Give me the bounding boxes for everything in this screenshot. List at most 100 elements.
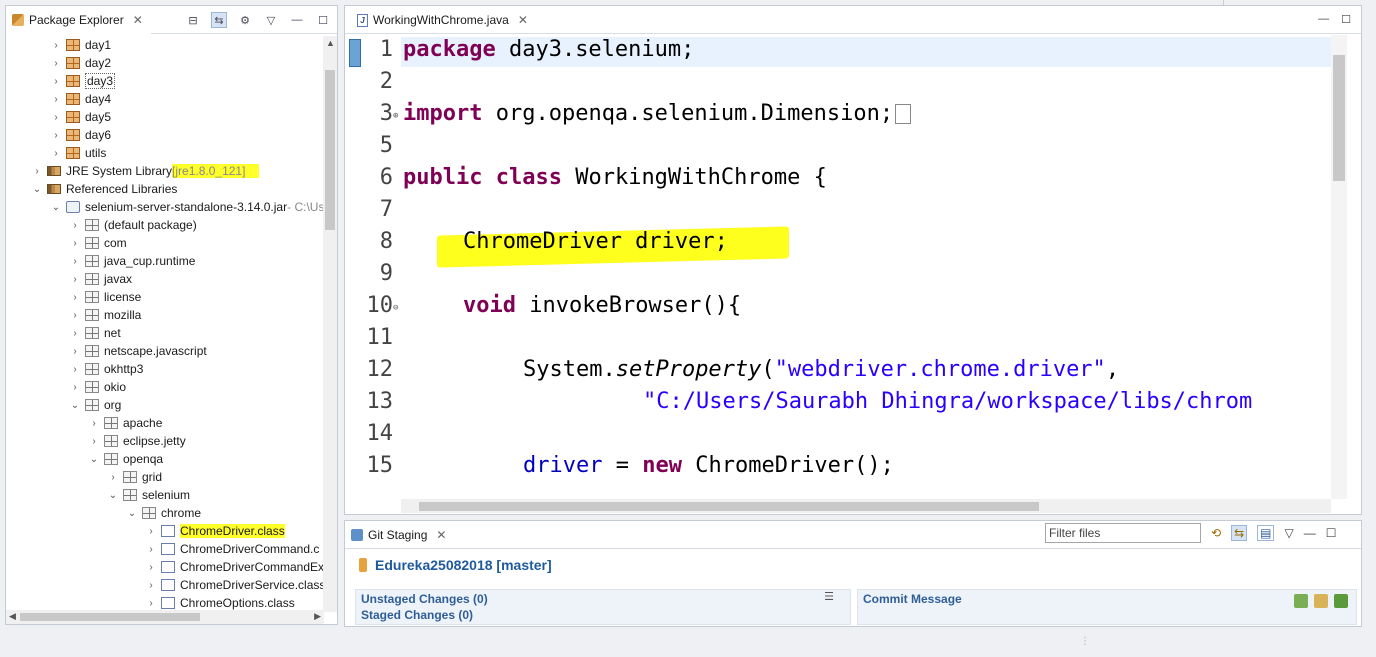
tree-item[interactable]: › day6 <box>50 126 111 144</box>
horizontal-scrollbar[interactable]: ◀ ▶ <box>6 610 324 624</box>
maximize-icon[interactable]: ☐ <box>315 12 331 28</box>
tab-package-explorer[interactable]: Package Explorer ✕ <box>6 6 151 34</box>
maximize-icon[interactable]: ☐ <box>1326 526 1337 540</box>
chevron-right-icon[interactable]: › <box>50 40 62 51</box>
vertical-scrollbar[interactable]: ▲ <box>323 36 337 612</box>
editor-vertical-scrollbar[interactable] <box>1331 35 1347 499</box>
close-icon[interactable]: ✕ <box>436 528 446 542</box>
chevron-right-icon[interactable]: › <box>145 598 157 609</box>
tree-item[interactable]: › netscape.javascript <box>69 342 206 360</box>
chevron-right-icon[interactable]: › <box>69 220 81 231</box>
tree-item[interactable]: › net <box>69 324 120 342</box>
chevron-right-icon[interactable]: › <box>69 238 81 249</box>
chevron-right-icon[interactable]: › <box>69 346 81 357</box>
chevron-right-icon[interactable]: › <box>50 94 62 105</box>
tree-item[interactable]: › ChromeDriverCommand.c <box>145 540 319 558</box>
chevron-right-icon[interactable]: › <box>145 544 157 555</box>
tree-item[interactable]: ⌄ selenium-server-standalone-3.14.0.jar -… <box>50 198 324 216</box>
link-with-editor-icon[interactable]: ⇆ <box>211 12 227 28</box>
tree-item[interactable]: ⌄ selenium <box>107 486 190 504</box>
tree-item[interactable]: › JRE System Library [jre1.8.0_121] <box>31 162 260 180</box>
minimize-icon[interactable]: — <box>1318 13 1329 26</box>
tree-item[interactable]: › javax <box>69 270 132 288</box>
tree-item[interactable]: › apache <box>88 414 162 432</box>
scroll-thumb[interactable] <box>1333 55 1345 181</box>
chevron-down-icon[interactable]: ⌄ <box>69 400 81 411</box>
expand-fold-icon[interactable]: ⊕ <box>393 111 398 121</box>
collapse-fold-icon[interactable]: ⊖ <box>393 303 398 313</box>
maximize-icon[interactable]: ☐ <box>1341 13 1351 26</box>
tree-item[interactable]: › com <box>69 234 126 252</box>
chevron-right-icon[interactable]: › <box>88 418 100 429</box>
chevron-right-icon[interactable]: › <box>69 274 81 285</box>
tab-working-with-chrome[interactable]: J WorkingWithChrome.java ✕ <box>351 6 534 34</box>
folded-imports-icon[interactable] <box>895 104 912 124</box>
chevron-down-icon[interactable]: ⌄ <box>126 508 138 519</box>
scroll-left-icon[interactable]: ◀ <box>9 611 16 622</box>
chevron-down-icon[interactable]: ⌄ <box>50 202 62 213</box>
tree-item[interactable]: › day5 <box>50 108 111 126</box>
chevron-right-icon[interactable]: › <box>69 364 81 375</box>
add-change-id-icon[interactable] <box>1334 594 1348 608</box>
view-menu-icon[interactable]: ▽ <box>1284 526 1293 540</box>
tree-item[interactable]: › day4 <box>50 90 111 108</box>
scroll-right-icon[interactable]: ▶ <box>314 611 321 622</box>
tree-item[interactable]: › day2 <box>50 54 111 72</box>
unstaged-changes-title[interactable]: Unstaged Changes (0) <box>361 592 488 606</box>
resize-grip[interactable]: ⋮ <box>1080 636 1090 647</box>
refresh-icon[interactable]: ⟲ <box>1211 526 1221 540</box>
chevron-right-icon[interactable]: › <box>69 382 81 393</box>
collapse-all-icon[interactable]: ⊟ <box>185 12 201 28</box>
amend-icon[interactable] <box>1294 594 1308 608</box>
editor-horizontal-scrollbar[interactable] <box>401 499 1331 513</box>
minimize-icon[interactable]: — <box>1304 526 1316 540</box>
chevron-right-icon[interactable]: › <box>145 580 157 591</box>
close-icon[interactable]: ✕ <box>518 13 528 27</box>
tree-item[interactable]: › grid <box>107 468 162 486</box>
chevron-right-icon[interactable]: › <box>50 58 62 69</box>
minimize-icon[interactable]: — <box>289 12 305 28</box>
chevron-right-icon[interactable]: › <box>69 256 81 267</box>
tree-item[interactable]: › ChromeDriverCommandEx <box>145 558 324 576</box>
layout-icon[interactable]: ▤ <box>1257 525 1275 541</box>
chevron-right-icon[interactable]: › <box>31 166 43 177</box>
close-icon[interactable]: ✕ <box>133 13 143 27</box>
tree-item[interactable]: › okhttp3 <box>69 360 143 378</box>
scroll-thumb[interactable] <box>325 70 335 230</box>
tree-item[interactable]: › day3 <box>50 72 116 90</box>
chevron-down-icon[interactable]: ⌄ <box>107 490 119 501</box>
tree-item[interactable]: › eclipse.jetty <box>88 432 185 450</box>
tree-item[interactable]: › ChromeDriverService.class <box>145 576 324 594</box>
chevron-right-icon[interactable]: › <box>88 436 100 447</box>
scroll-thumb[interactable] <box>20 613 200 621</box>
tree-item[interactable]: ⌄ Referenced Libraries <box>31 180 178 198</box>
chevron-right-icon[interactable]: › <box>107 472 119 483</box>
tree-item[interactable]: ⌄ openqa <box>88 450 163 468</box>
list-icon[interactable]: ☰ <box>824 590 834 603</box>
chevron-right-icon[interactable]: › <box>69 310 81 321</box>
tree-item[interactable]: › ChromeDriver.class <box>145 522 285 540</box>
code-area[interactable]: 1 2 3 5 6 7 8 9 10 11 12 13 14 15 ⊕ ⊖ package day3.se… <box>345 35 1361 499</box>
scroll-up-icon[interactable]: ▲ <box>326 38 335 48</box>
chevron-right-icon[interactable]: › <box>69 328 81 339</box>
tree-item[interactable]: ⌄ org <box>69 396 122 414</box>
link-selection-icon[interactable]: ⇆ <box>1231 525 1248 541</box>
tree-item[interactable]: › (default package) <box>69 216 196 234</box>
chevron-right-icon[interactable]: › <box>145 562 157 573</box>
filter-files-input[interactable]: Filter files <box>1045 523 1201 543</box>
tree-item[interactable]: › utils <box>50 144 106 162</box>
chevron-down-icon[interactable]: ⌄ <box>88 454 100 465</box>
filters-icon[interactable]: ⚙ <box>237 12 253 28</box>
signed-off-icon[interactable] <box>1314 594 1328 608</box>
tree-item[interactable]: › mozilla <box>69 306 141 324</box>
chevron-right-icon[interactable]: › <box>145 526 157 537</box>
tree-item[interactable]: › day1 <box>50 36 111 54</box>
chevron-right-icon[interactable]: › <box>50 148 62 159</box>
chevron-right-icon[interactable]: › <box>50 76 62 87</box>
view-menu-icon[interactable]: ▽ <box>263 12 279 28</box>
chevron-right-icon[interactable]: › <box>50 112 62 123</box>
chevron-right-icon[interactable]: › <box>69 292 81 303</box>
tree-item[interactable]: ⌄ chrome <box>126 504 201 522</box>
tree-item[interactable]: › license <box>69 288 141 306</box>
tab-git-staging[interactable]: Git Staging ✕ <box>351 521 446 549</box>
